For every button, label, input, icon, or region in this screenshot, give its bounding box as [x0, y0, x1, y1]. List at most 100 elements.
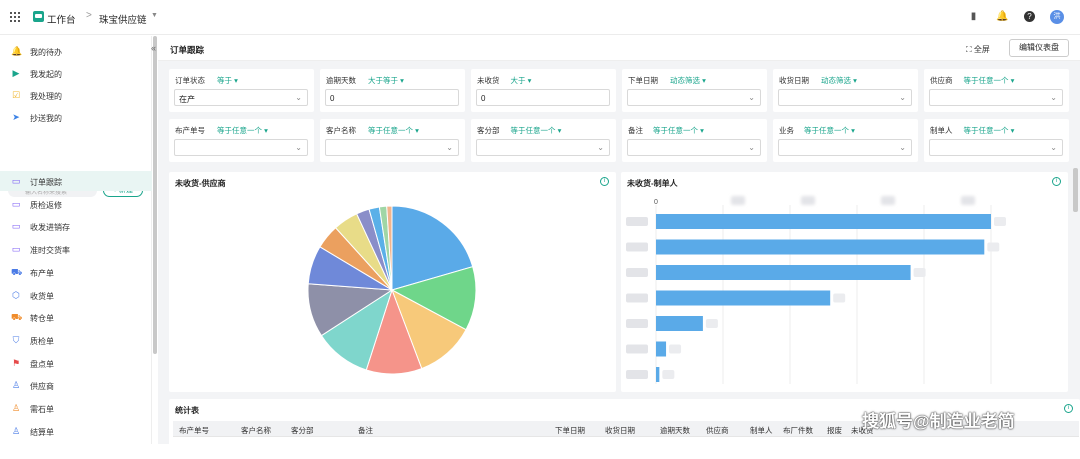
column-header[interactable]: 下单日期 [555, 425, 585, 436]
avatar[interactable]: 洪 [1050, 10, 1064, 24]
filter-value-select[interactable]: ⌄ [929, 89, 1063, 106]
truck-icon: ⛟ [11, 312, 23, 323]
redacted-category-label [626, 319, 648, 328]
filter-value: 在产 [179, 95, 195, 104]
filter-value-select[interactable]: ⌄ [627, 89, 761, 106]
sidebar-nav-item[interactable]: ▭ 收发进销存 [0, 216, 152, 236]
filter-value-select[interactable]: ⌄ [627, 139, 761, 156]
sidebar: ○ 输入名称来搜索 + 新建 🔔我的待办▶我发起的☑我处理的➤抄送我的▭订单跟踪… [0, 36, 152, 444]
sidebar-nav-item[interactable]: ♙ 结算单 [0, 421, 152, 441]
chevron-down-icon: ⌄ [597, 143, 604, 152]
filter-value: 0 [481, 94, 486, 103]
chevron-down-icon: ⌄ [748, 93, 755, 102]
check-square-icon: ☑ [11, 90, 21, 100]
filter-value-select[interactable]: 0 [476, 89, 610, 106]
box-icon: ⬡ [12, 289, 20, 300]
apps-grid-icon[interactable] [10, 12, 20, 22]
sidebar-nav-item[interactable]: ⚑ 盘点单 [0, 353, 152, 373]
bar[interactable] [656, 265, 911, 280]
column-header[interactable]: 布产单号 [179, 425, 209, 436]
filter-label: 逾期天数 [326, 76, 356, 85]
sidebar-item-label: 质检单 [30, 336, 54, 346]
filter-operator-dropdown[interactable]: 等于 ▾ [217, 75, 238, 86]
user-icon: ♙ [11, 425, 21, 436]
column-header[interactable]: 报废 [827, 425, 842, 436]
filter-card: 收货日期 动态筛选 ▾ ⌄ [773, 69, 918, 112]
workspace-link[interactable]: 工作台 [47, 12, 76, 26]
filter-operator-dropdown[interactable]: 等于任意一个 ▾ [964, 75, 1015, 86]
pie-chart [307, 205, 477, 375]
monitor-icon: ▭ [11, 176, 21, 186]
project-name[interactable]: 珠宝供应链 [99, 12, 147, 26]
column-header[interactable]: 收货日期 [605, 425, 635, 436]
redacted-value-label [662, 370, 675, 379]
filter-operator-dropdown[interactable]: 大于 ▾ [511, 75, 532, 86]
filter-value-select[interactable]: 在产 ⌄ [174, 89, 308, 106]
sidebar-nav-item[interactable]: ▭ 质检返修 [0, 194, 152, 214]
dashboard-main: 订单跟踪 ⛶ 全屏 编辑仪表盘 订单状态 等于 ▾ 在产 ⌄ 逾期天数 大于等于 ▾ 0 未收… [158, 36, 1080, 459]
filter-label: 收货日期 [779, 76, 809, 85]
bar[interactable] [656, 214, 991, 229]
sidebar-nav-item[interactable]: ♙ 供应商 [0, 375, 152, 395]
filter-label: 客户名称 [326, 126, 356, 135]
sidebar-item-label: 准时交货率 [30, 246, 70, 256]
fullscreen-button[interactable]: ⛶ 全屏 [966, 44, 990, 55]
filter-card: 订单状态 等于 ▾ 在产 ⌄ [169, 69, 314, 112]
filter-operator-dropdown[interactable]: 等于任意一个 ▾ [511, 125, 562, 136]
column-header[interactable]: 制单人 [750, 425, 773, 436]
filter-value-select[interactable]: ⌄ [778, 89, 912, 106]
filter-operator-dropdown[interactable]: 等于任意一个 ▾ [368, 125, 419, 136]
sidebar-item[interactable]: ➤ 抄送我的 [0, 107, 152, 127]
monitor-icon: ▭ [11, 221, 21, 232]
sidebar-nav-item[interactable]: ▭ 订单跟踪 [0, 171, 152, 191]
filter-operator-dropdown[interactable]: 动态筛选 ▾ [670, 75, 706, 86]
edit-dashboard-button[interactable]: 编辑仪表盘 [1009, 39, 1069, 57]
chevron-down-icon: ⌄ [748, 143, 755, 152]
bar[interactable] [656, 341, 667, 357]
sidebar-nav-item[interactable]: ♙ 需石单 [0, 398, 152, 418]
sidebar-nav-item[interactable]: ▭ 准时交货率 [0, 239, 152, 259]
filter-operator-dropdown[interactable]: 等于任意一个 ▾ [217, 125, 268, 136]
filter-operator-dropdown[interactable]: 动态筛选 ▾ [821, 75, 857, 86]
help-icon[interactable]: ? [1024, 11, 1035, 22]
collapse-sidebar-icon[interactable]: « [151, 43, 156, 53]
chevron-down-icon: ⌄ [295, 93, 302, 102]
filter-value-select[interactable]: ⌄ [325, 139, 459, 156]
sidebar-nav-item[interactable]: ⬡ 收货单 [0, 285, 152, 305]
bar[interactable] [656, 316, 703, 331]
filter-value-select[interactable]: ⌄ [778, 139, 912, 156]
sidebar-nav-item[interactable]: ⛉ 质检单 [0, 330, 152, 350]
caret-down-icon[interactable]: ▼ [151, 12, 158, 19]
column-header[interactable]: 供应商 [706, 425, 729, 436]
redacted-category-label [626, 242, 648, 252]
filter-label: 制单人 [930, 126, 953, 135]
main-scrollbar[interactable] [1073, 168, 1078, 212]
bar[interactable] [656, 290, 831, 306]
filter-value-select[interactable]: ⌄ [174, 139, 308, 156]
filter-operator-dropdown[interactable]: 等于任意一个 ▾ [964, 125, 1015, 136]
sidebar-item[interactable]: 🔔 我的待办 [0, 41, 152, 61]
filter-value-select[interactable]: ⌄ [476, 139, 610, 156]
column-header[interactable]: 客户名称 [241, 425, 271, 436]
bell-icon[interactable]: 🔔 [996, 11, 1008, 22]
sidebar-nav-item[interactable]: ⛟ 布产单 [0, 262, 152, 282]
column-header[interactable]: 布厂件数 [783, 425, 813, 436]
info-icon[interactable]: i [1064, 404, 1073, 413]
column-header[interactable]: 备注 [358, 425, 373, 436]
filter-card: 逾期天数 大于等于 ▾ 0 [320, 69, 465, 112]
sidebar-item[interactable]: ▶ 我发起的 [0, 63, 152, 83]
sidebar-nav-item[interactable]: ⛟ 转仓单 [0, 307, 152, 327]
bar[interactable] [656, 367, 660, 382]
filter-operator-dropdown[interactable]: 等于任意一个 ▾ [653, 125, 704, 136]
filter-operator-dropdown[interactable]: 等于任意一个 ▾ [804, 125, 855, 136]
column-header[interactable]: 逾期天数 [660, 425, 690, 436]
panel-toggle-icon[interactable]: ▮ [968, 11, 979, 22]
filter-value-select[interactable]: 0 [325, 89, 459, 106]
bar[interactable] [656, 239, 985, 255]
filter-operator-dropdown[interactable]: 大于等于 ▾ [368, 75, 404, 86]
filter-value-select[interactable]: ⌄ [929, 139, 1063, 156]
redacted-category-label [626, 268, 648, 277]
column-header[interactable]: 客分部 [291, 425, 314, 436]
sidebar-item[interactable]: ☑ 我处理的 [0, 85, 152, 105]
chevron-down-icon: ⌄ [1050, 93, 1057, 102]
